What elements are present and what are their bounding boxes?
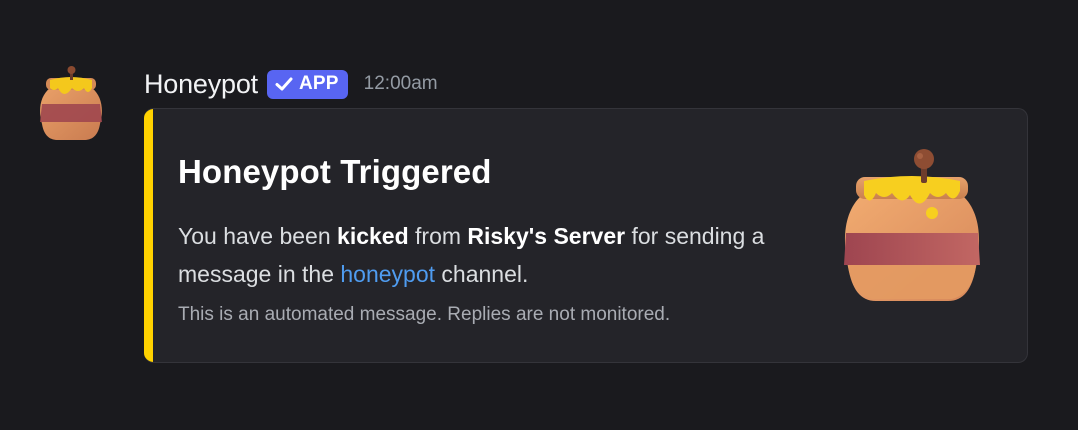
desc-action: kicked xyxy=(337,223,409,249)
embed-title: Honeypot Triggered xyxy=(178,153,492,190)
embed-description: You have been kicked from Risky's Server… xyxy=(178,217,778,293)
desc-text: channel. xyxy=(435,261,529,287)
desc-server: Risky's Server xyxy=(467,223,626,249)
checkmark-icon xyxy=(275,77,293,91)
author-name[interactable]: Honeypot xyxy=(144,69,258,100)
embed-accent-bar xyxy=(144,109,153,362)
desc-text: from xyxy=(408,223,468,249)
embed-footer: This is an automated message. Replies ar… xyxy=(178,304,671,325)
message-embed: Honeypot Triggered You have been kicked … xyxy=(144,108,1028,363)
channel-link[interactable]: honeypot xyxy=(340,261,435,287)
chat-message: Honeypot APP 12:00am Honeypot Triggered … xyxy=(0,0,1078,430)
message-header: Honeypot APP 12:00am xyxy=(144,64,438,104)
message-timestamp[interactable]: 12:00am xyxy=(364,73,438,95)
app-badge-label: APP xyxy=(298,73,339,94)
desc-text: You have been xyxy=(178,223,338,249)
app-badge: APP xyxy=(266,69,348,99)
honey-pot-icon[interactable] xyxy=(36,66,106,142)
honey-pot-icon[interactable] xyxy=(840,149,984,309)
